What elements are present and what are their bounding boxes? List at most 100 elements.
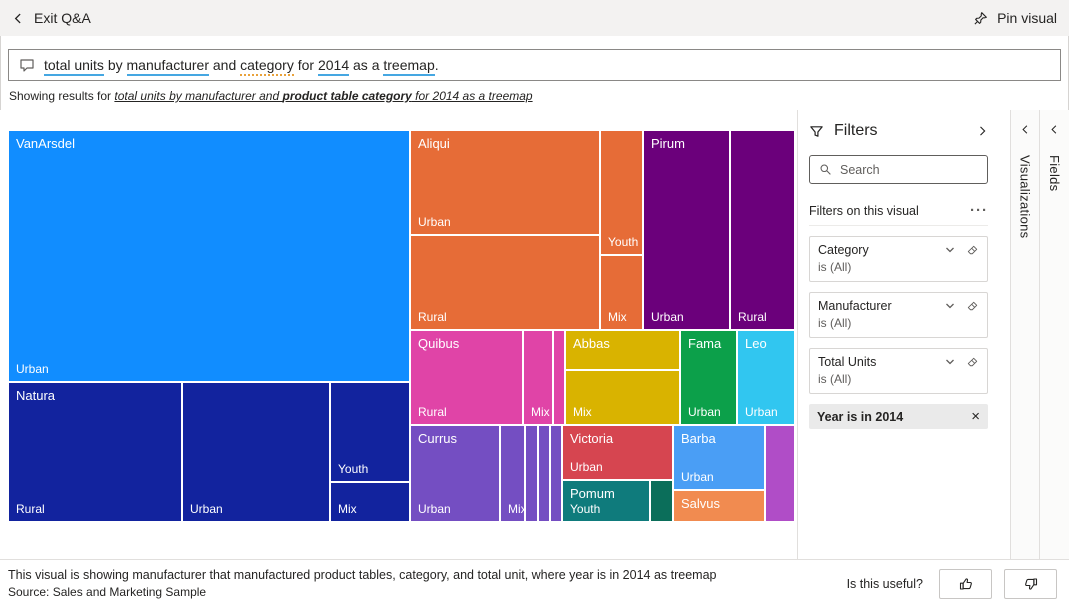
showing-results-text: Showing results for total units by manuf… xyxy=(9,89,533,103)
expand-visualizations-icon[interactable] xyxy=(1020,124,1031,135)
filter-card-total-units[interactable]: Total Units is (All) xyxy=(809,348,988,394)
treemap-node-aliqui-rural[interactable]: Rural xyxy=(410,235,600,330)
thumbs-up-button[interactable] xyxy=(939,569,992,599)
treemap-node-pomum[interactable] xyxy=(650,480,673,522)
qna-question-input[interactable]: total units by manufacturer and category… xyxy=(8,49,1061,81)
treemap-category-label: Mix xyxy=(338,502,357,516)
report-canvas: VanArsdelUrbanNaturaRuralUrbanYouthMixAl… xyxy=(0,110,797,559)
treemap-category-label: Urban xyxy=(16,362,49,376)
treemap-node-natura-rural[interactable]: NaturaRural xyxy=(8,382,182,522)
qna-term: treemap xyxy=(383,57,434,76)
treemap-category-label: Youth xyxy=(338,462,368,476)
filter-funnel-icon xyxy=(809,124,824,139)
treemap-category-label: Urban xyxy=(651,310,684,324)
qna-term: 2014 xyxy=(318,57,349,76)
treemap-node-vanarsdel-urban[interactable]: VanArsdel Urban xyxy=(8,130,410,382)
treemap-category-label: Rural xyxy=(418,310,447,324)
treemap-node-quibus-mix[interactable]: Mix xyxy=(523,330,553,425)
treemap-group-title: Fama xyxy=(688,336,721,351)
treemap-category-label: Urban xyxy=(418,502,451,516)
treemap-group-title: Currus xyxy=(418,431,457,446)
treemap-group-title: Pirum xyxy=(651,136,685,151)
treemap-category-label: Rural xyxy=(418,405,447,419)
treemap-node-currus-urban[interactable]: Currus Urban xyxy=(410,425,500,522)
footer: This visual is showing manufacturer that… xyxy=(0,559,1069,607)
filter-card-manufacturer[interactable]: Manufacturer is (All) xyxy=(809,292,988,338)
treemap-node-natura-urban[interactable]: Urban xyxy=(182,382,330,522)
treemap-group-title: Natura xyxy=(16,388,55,403)
is-this-useful-label: Is this useful? xyxy=(847,577,923,591)
treemap-node-abbas[interactable]: Abbas xyxy=(565,330,680,370)
feedback-area: Is this useful? xyxy=(847,569,1057,599)
filters-pane: Filters Filters on this visual ··· Categ… xyxy=(797,110,1010,559)
treemap-node-barba-urban[interactable]: Barba Urban xyxy=(673,425,765,490)
treemap-group-title: Salvus xyxy=(681,496,720,511)
filter-search-input[interactable] xyxy=(840,163,978,177)
treemap-node-currus[interactable] xyxy=(538,425,550,522)
filter-field-name: Category xyxy=(818,243,944,257)
treemap-group-title: Barba xyxy=(681,431,716,446)
treemap-node-pirum-urban[interactable]: Pirum Urban xyxy=(643,130,730,330)
qna-term: total units xyxy=(44,57,104,76)
treemap-node-quibus-rural[interactable]: QuibusRural xyxy=(410,330,523,425)
treemap-node-pomum-youth[interactable]: PomumYouth xyxy=(562,480,650,522)
treemap-node-victoria-urban[interactable]: VictoriaUrban xyxy=(562,425,673,480)
collapse-filters-pane-icon[interactable] xyxy=(976,125,988,137)
filter-search-box[interactable] xyxy=(809,155,988,184)
filters-pane-header: Filters xyxy=(809,122,988,140)
filters-on-visual-label: Filters on this visual xyxy=(809,204,970,218)
treemap-node-quibus[interactable] xyxy=(553,330,565,425)
fields-pane-label: Fields xyxy=(1047,155,1062,191)
treemap-node-aliqui-urban[interactable]: AliquiUrban xyxy=(410,130,600,235)
visualizations-pane-collapsed[interactable]: Visualizations xyxy=(1010,110,1039,559)
treemap-node-other[interactable] xyxy=(765,425,795,522)
treemap-category-label: Urban xyxy=(745,405,778,419)
treemap-node-leo-urban[interactable]: LeoUrban xyxy=(737,330,795,425)
chevron-down-icon[interactable] xyxy=(944,244,956,256)
expand-fields-icon[interactable] xyxy=(1049,124,1060,135)
clear-filter-icon[interactable] xyxy=(966,300,979,313)
pin-visual-label: Pin visual xyxy=(997,10,1057,26)
filter-card-category[interactable]: Category is (All) xyxy=(809,236,988,282)
fields-pane-collapsed[interactable]: Fields xyxy=(1039,110,1069,559)
treemap-group-title: Aliqui xyxy=(418,136,450,151)
filters-pane-title: Filters xyxy=(834,122,966,140)
treemap-category-label: Urban xyxy=(681,470,714,484)
treemap-node-salvus[interactable]: Salvus xyxy=(673,490,765,522)
treemap-node-aliqui-youth[interactable]: Youth xyxy=(600,130,643,255)
treemap-node-currus[interactable] xyxy=(525,425,538,522)
thumbs-down-button[interactable] xyxy=(1004,569,1057,599)
treemap-node-pirum-rural[interactable]: Rural xyxy=(730,130,795,330)
filter-condition: is (All) xyxy=(818,316,979,330)
treemap-node-abbas-mix[interactable]: Mix xyxy=(565,370,680,425)
more-options-icon[interactable]: ··· xyxy=(970,206,988,216)
treemap-node-fama-urban[interactable]: FamaUrban xyxy=(680,330,737,425)
speech-bubble-icon xyxy=(19,57,35,73)
chevron-down-icon[interactable] xyxy=(944,300,956,312)
visual-description: This visual is showing manufacturer that… xyxy=(8,568,716,582)
exit-qna-button[interactable]: Exit Q&A xyxy=(12,10,91,26)
pin-visual-button[interactable]: Pin visual xyxy=(973,10,1057,26)
clear-filter-icon[interactable] xyxy=(966,244,979,257)
treemap-category-label: Mix xyxy=(608,310,627,324)
clear-filter-icon[interactable] xyxy=(966,356,979,369)
treemap-node-currus[interactable] xyxy=(550,425,562,522)
treemap-category-label: Mix xyxy=(531,405,550,419)
treemap-node-natura-youth[interactable]: Youth xyxy=(330,382,410,482)
treemap-node-natura-mix[interactable]: Mix xyxy=(330,482,410,522)
treemap-category-label: Mix xyxy=(508,502,525,516)
remove-filter-icon[interactable]: × xyxy=(967,409,984,424)
treemap-node-currus-mix[interactable]: Mix xyxy=(500,425,525,522)
treemap-category-label: Urban xyxy=(570,460,603,474)
search-icon xyxy=(819,163,832,176)
visual-summary: This visual is showing manufacturer that… xyxy=(8,568,716,599)
treemap-group-title: VanArsdel xyxy=(16,136,75,151)
visualizations-pane-label: Visualizations xyxy=(1018,155,1033,238)
data-source: Source: Sales and Marketing Sample xyxy=(8,585,716,599)
treemap-group-title: Pomum xyxy=(570,486,615,501)
qna-term-suggestion: category xyxy=(240,57,294,76)
treemap-node-aliqui-mix[interactable]: Mix xyxy=(600,255,643,330)
topbar: Exit Q&A Pin visual xyxy=(0,0,1069,36)
chevron-down-icon[interactable] xyxy=(944,356,956,368)
pin-icon xyxy=(973,11,988,26)
